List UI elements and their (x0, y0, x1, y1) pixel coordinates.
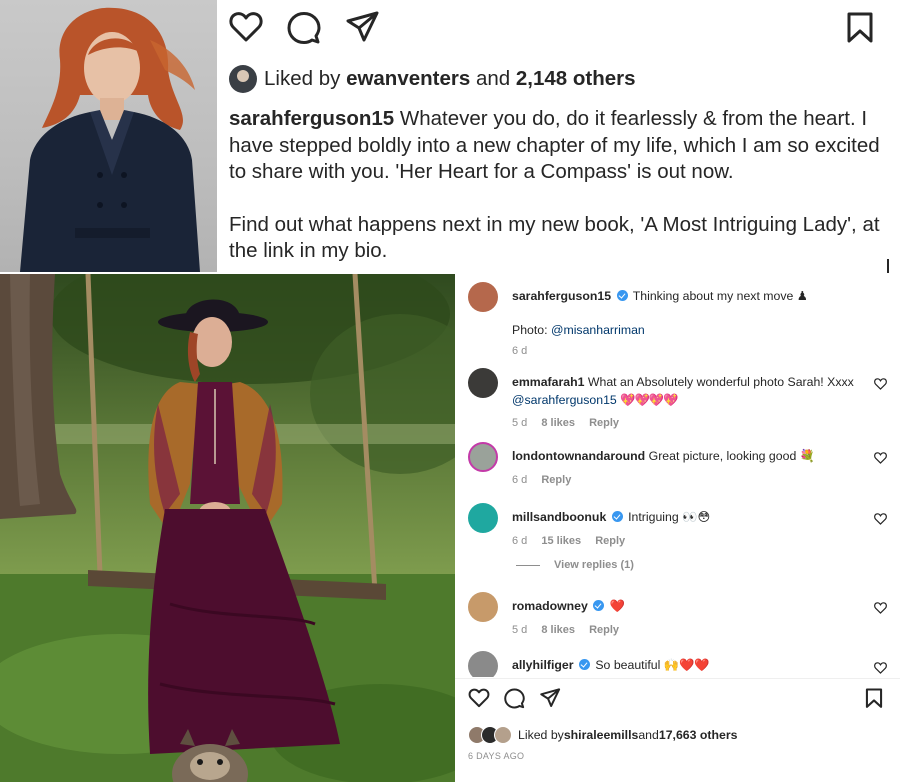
likes-count[interactable]: 2,148 others (516, 67, 636, 90)
reply-button[interactable]: Reply (541, 474, 571, 486)
share-icon[interactable] (346, 11, 380, 43)
avatar[interactable] (468, 503, 498, 533)
comment-item: sarahferguson15 Thinking about my next m… (468, 282, 888, 357)
comment-text: Great picture, looking good 💐 (648, 449, 816, 463)
comment-text: So beautiful 🙌❤️❤️ (595, 658, 710, 672)
comment-like-heart-icon[interactable] (874, 602, 887, 614)
caption-username[interactable]: sarahferguson15 (229, 107, 394, 130)
verified-badge-icon (616, 290, 628, 301)
comment-username[interactable]: millsandboonuk (512, 510, 606, 524)
view-replies-button[interactable]: View replies (1) (516, 559, 634, 571)
mention-link[interactable]: @sarahferguson15 (512, 393, 617, 407)
share-icon[interactable] (540, 688, 561, 708)
comment-meta: 6 d Reply (512, 472, 872, 490)
comment-username[interactable]: allyhilfiger (512, 658, 574, 672)
liker-avatar[interactable] (229, 65, 257, 93)
caption-text-2: Find out what happens next in my new boo… (229, 212, 880, 263)
comment-item: allyhilfiger So beautiful 🙌❤️❤️ (468, 651, 888, 677)
verified-badge-icon (593, 600, 605, 611)
bottom-likes-row: Liked by shiraleemills and 17,663 others (468, 725, 737, 745)
heart-icon[interactable] (229, 11, 263, 43)
comment-likes[interactable]: 8 likes (541, 417, 575, 429)
avatar[interactable] (468, 368, 498, 398)
post-date: 6 DAYS AGO (468, 751, 525, 761)
comment-like-heart-icon[interactable] (874, 378, 887, 390)
comment-like-heart-icon[interactable] (874, 513, 887, 525)
comment-text: What an Absolutely wonderful photo Sarah… (587, 375, 854, 389)
reply-button[interactable]: Reply (589, 624, 619, 636)
comment-time: 5 d (512, 417, 528, 429)
avatar[interactable] (468, 651, 498, 677)
reply-button[interactable]: Reply (589, 417, 619, 429)
likes-count[interactable]: 17,663 others (659, 728, 738, 742)
comment-time: 6 d (512, 345, 528, 357)
heart-icon[interactable] (468, 688, 490, 708)
divider (455, 678, 900, 679)
comment-emoji: 💖💖💖💖 (620, 392, 678, 407)
bottom-action-bar (468, 686, 888, 714)
comment-item: millsandboonuk Intriguing 👀😳 6 d 15 like… (468, 503, 888, 553)
liker-username[interactable]: shiraleemills (564, 728, 639, 742)
comment-meta: 5 d 8 likes Reply (512, 622, 872, 640)
avatar[interactable] (468, 592, 498, 622)
comment-likes[interactable]: 15 likes (541, 535, 581, 547)
comment-username[interactable]: londontownandaround (512, 449, 645, 463)
comment-time: 6 d (512, 473, 528, 486)
mention-link[interactable]: @misanharriman (551, 323, 645, 337)
comment-meta: 5 d 8 likes Reply (512, 415, 872, 433)
replies-divider (516, 564, 540, 566)
comment-item: emmafarah1 What an Absolutely wonderful … (468, 368, 888, 429)
verified-badge-icon (578, 659, 590, 670)
post-caption: sarahferguson15 Whatever you do, do it f… (229, 106, 889, 265)
comment-text: ❤️ (609, 599, 626, 613)
text-cursor (887, 259, 889, 273)
avatar[interactable] (468, 282, 498, 312)
comment-time: 5 d (512, 623, 528, 636)
reply-button[interactable]: Reply (595, 535, 625, 547)
comment-item: londontownandaround Great picture, looki… (468, 442, 888, 492)
comment-likes[interactable]: 8 likes (541, 624, 575, 636)
comment-icon[interactable] (504, 688, 525, 709)
avatar[interactable] (468, 442, 498, 472)
comment-time: 6 d (512, 534, 528, 547)
verified-badge-icon (611, 511, 623, 522)
main-post-photo (0, 274, 455, 782)
photo-credit: Photo: @misanharriman (512, 322, 645, 337)
comment-meta: 6 d (512, 343, 872, 361)
liker-avatars[interactable] (468, 726, 514, 744)
top-post-photo (0, 0, 217, 272)
comment-text: Intriguing 👀😳 (628, 510, 711, 524)
top-likes-text: Liked by ewanventers and 2,148 others (264, 67, 636, 90)
top-action-bar (226, 8, 886, 48)
comments-panel: sarahferguson15 Thinking about my next m… (455, 274, 900, 782)
comment-username[interactable]: sarahferguson15 (512, 289, 611, 303)
bookmark-icon[interactable] (865, 688, 883, 709)
liker-username[interactable]: ewanventers (346, 67, 470, 90)
comment-username[interactable]: romadowney (512, 599, 588, 613)
comment-icon[interactable] (287, 11, 321, 45)
bookmark-icon[interactable] (846, 12, 874, 44)
comment-like-heart-icon[interactable] (874, 452, 887, 464)
comment-username[interactable]: emmafarah1 (512, 375, 584, 389)
comment-text: Thinking about my next move ♟ (632, 289, 808, 303)
top-likes-row: Liked by ewanventers and 2,148 others (229, 64, 636, 94)
comment-meta: 6 d 15 likes Reply (512, 533, 872, 551)
comment-item: romadowney ❤️ 5 d 8 likes Reply (468, 592, 888, 642)
comment-like-heart-icon[interactable] (874, 662, 887, 674)
